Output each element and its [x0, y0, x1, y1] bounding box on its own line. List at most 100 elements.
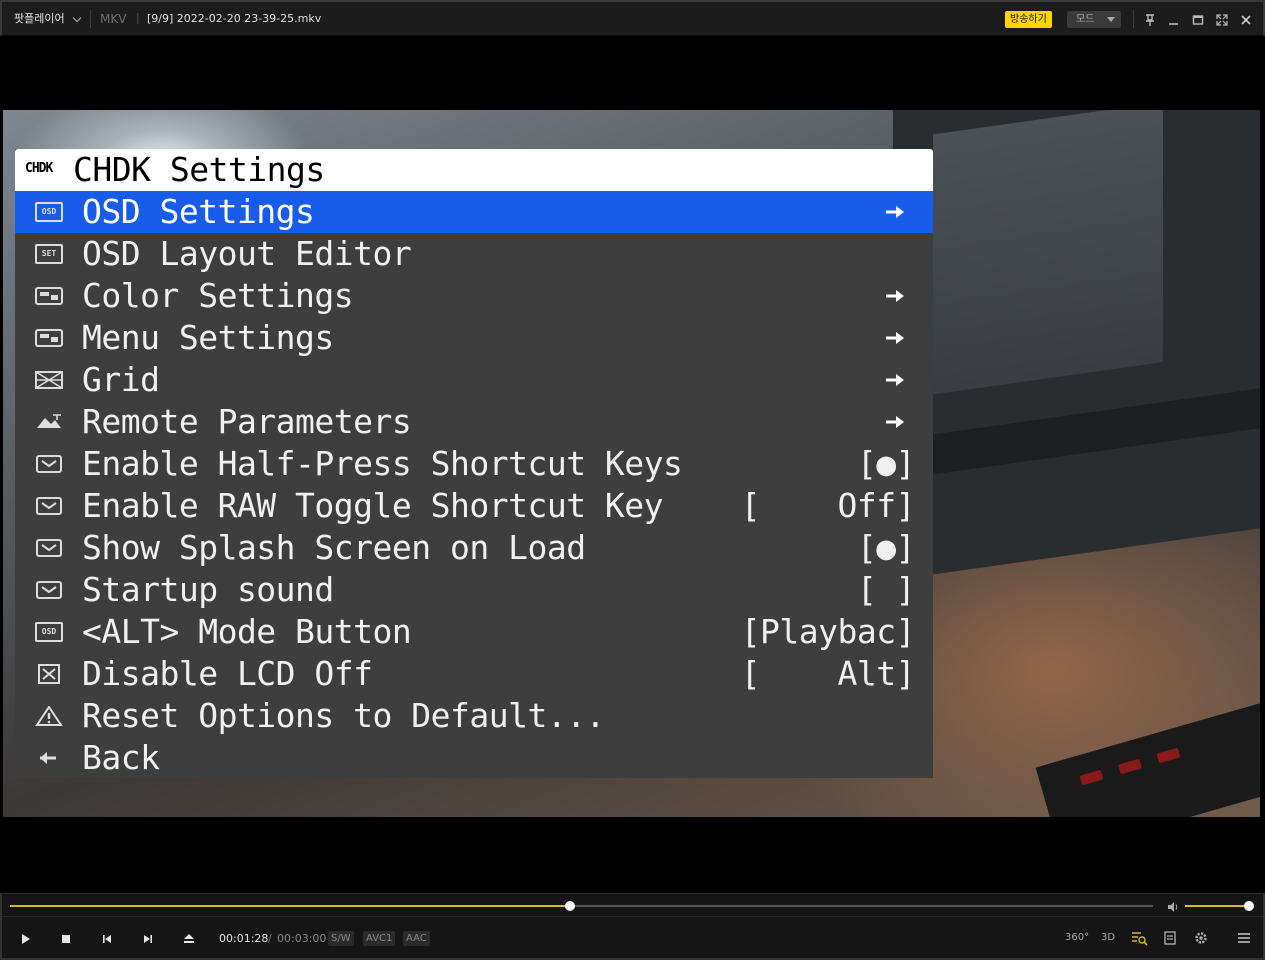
3d-icon[interactable]: 3D — [1096, 927, 1120, 949]
codec-badge-video[interactable]: AVC1 — [363, 931, 396, 946]
menu-item[interactable]: Disable LCD Off [ Alt] — [15, 653, 933, 695]
current-time[interactable]: 00:01:28 — [219, 932, 268, 945]
menu-item-label: Reset Options to Default... — [82, 696, 605, 735]
titlebar-divider — [1133, 10, 1134, 28]
settings-icon[interactable] — [1189, 927, 1213, 949]
background-keyboard — [1035, 695, 1260, 817]
total-time[interactable]: 00:03:00 — [277, 932, 326, 945]
menu-item[interactable]: Color Settings — [15, 275, 933, 317]
menu-item[interactable]: SET OSD Layout Editor — [15, 233, 933, 275]
menu-header: CHDK CHDK Settings — [15, 149, 933, 191]
playlist-search-icon[interactable] — [1127, 927, 1151, 949]
menu-item-label: Remote Parameters — [82, 402, 412, 441]
menu-item-value[interactable]: [●] — [857, 443, 916, 485]
file-title: [9/9] 2022-02-20 23-39-25.mkv — [147, 12, 322, 25]
codec-badge-sw[interactable]: S/W — [328, 931, 354, 946]
menu-item-label: Enable Half-Press Shortcut Keys — [82, 444, 683, 483]
back-arrow-icon-glyph — [40, 752, 56, 764]
menu-item-value[interactable]: [ Alt] — [741, 653, 916, 695]
submenu-arrow-icon — [885, 414, 905, 430]
360-icon[interactable]: 360° — [1065, 927, 1089, 949]
mode-label: 모드 — [1076, 14, 1095, 25]
menu-item-label: Color Settings — [82, 276, 354, 315]
menu-item[interactable]: Remote Parameters — [15, 401, 933, 443]
close-icon[interactable] — [1236, 10, 1256, 30]
volume-icon[interactable] — [1166, 899, 1180, 913]
menu-item-value[interactable]: [●] — [857, 527, 916, 569]
keyboard-key — [1156, 747, 1181, 764]
checkbox-icon-glyph — [36, 581, 62, 599]
play-button[interactable] — [14, 928, 36, 950]
set-icon: SET — [35, 244, 63, 264]
chapter-icon[interactable] — [1158, 927, 1182, 949]
menu-item[interactable]: Enable RAW Toggle Shortcut Key [ Off] — [15, 485, 933, 527]
maximize-icon[interactable] — [1188, 10, 1208, 30]
menu-item-value[interactable]: [ ] — [857, 569, 916, 611]
background-monitor — [893, 110, 1260, 581]
codec-badge-audio[interactable]: AAC — [403, 931, 430, 946]
mode-dropdown[interactable]: 모드 — [1067, 11, 1121, 28]
menu-item[interactable]: Grid — [15, 359, 933, 401]
menu-item-label: OSD Layout Editor — [82, 234, 412, 273]
menu-item[interactable]: Show Splash Screen on Load [●] — [15, 527, 933, 569]
menu-item-value[interactable]: [Playbac] — [741, 611, 916, 653]
open-file-button[interactable] — [178, 928, 200, 950]
menu-item[interactable]: Back — [15, 737, 933, 779]
menu-item-label: Menu Settings — [82, 318, 334, 357]
chdk-logo: CHDK — [25, 161, 53, 176]
menu-title: CHDK Settings — [73, 150, 325, 189]
monitor-screen — [933, 110, 1163, 395]
file-format-label: MKV — [100, 12, 127, 26]
menu-item-label: Grid — [82, 360, 160, 399]
remote-icon-glyph — [37, 414, 61, 428]
title-bar: 팟플레이어 MKV | [9/9] 2022-02-20 23-39-25.mk… — [0, 0, 1265, 36]
remote-icon — [35, 412, 63, 432]
titlebar-divider — [90, 10, 91, 28]
previous-button[interactable] — [96, 928, 118, 950]
menu-item-label: <ALT> Mode Button — [82, 612, 412, 651]
minimize-icon[interactable] — [1164, 10, 1184, 30]
palette-icon — [35, 286, 63, 306]
stop-button[interactable] — [55, 928, 77, 950]
menu-item[interactable]: OSD OSD Settings — [15, 191, 933, 233]
osd-icon: OSD — [35, 622, 63, 642]
time-separator: / — [268, 932, 272, 945]
x-box-icon-glyph — [38, 664, 60, 684]
pin-icon[interactable] — [1140, 10, 1160, 30]
next-button[interactable] — [137, 928, 159, 950]
checkbox-icon-glyph — [36, 497, 62, 515]
control-divider — [2, 916, 1263, 917]
volume-handle[interactable] — [1244, 901, 1254, 911]
menu-item[interactable]: Startup sound [ ] — [15, 569, 933, 611]
checkbox-icon-glyph — [36, 455, 62, 473]
broadcast-button[interactable]: 방송하기 — [1005, 11, 1052, 28]
seek-bar[interactable] — [10, 901, 1153, 911]
menu-item[interactable]: Reset Options to Default... — [15, 695, 933, 737]
menu-item-label: Enable RAW Toggle Shortcut Key — [82, 486, 664, 525]
monitor-bezel — [893, 387, 1260, 480]
seek-handle[interactable] — [565, 901, 576, 911]
menu-item-label: Disable LCD Off — [82, 654, 373, 693]
chdk-settings-menu: CHDK CHDK Settings OSD OSD Settings SET OSD… — [15, 149, 933, 778]
palette-icon-glyph — [35, 329, 63, 347]
control-bar: 00:01:28 / 00:03:00 S/W AVC1 AAC 360° 3D — [0, 893, 1265, 960]
keyboard-key — [1118, 758, 1142, 775]
fullscreen-icon[interactable] — [1212, 10, 1232, 30]
submenu-arrow-icon — [885, 204, 905, 220]
checkbox-icon-glyph — [36, 539, 62, 557]
menu-item[interactable]: OSD <ALT> Mode Button [Playbac] — [15, 611, 933, 653]
checkbox-icon — [35, 454, 63, 474]
volume-slider[interactable] — [1185, 901, 1254, 911]
menu-item-value[interactable]: [ Off] — [741, 485, 916, 527]
menu-item[interactable]: Menu Settings — [15, 317, 933, 359]
chevron-down-icon[interactable] — [72, 13, 82, 23]
submenu-arrow-icon — [885, 330, 905, 346]
back-arrow-icon — [35, 748, 63, 768]
warning-icon — [35, 706, 63, 726]
warning-icon-glyph — [35, 706, 63, 726]
app-menu-button[interactable]: 팟플레이어 — [14, 12, 65, 26]
palette-icon-glyph — [35, 287, 63, 305]
checkbox-icon — [35, 538, 63, 558]
menu-item[interactable]: Enable Half-Press Shortcut Keys [●] — [15, 443, 933, 485]
menu-icon[interactable] — [1232, 927, 1256, 949]
